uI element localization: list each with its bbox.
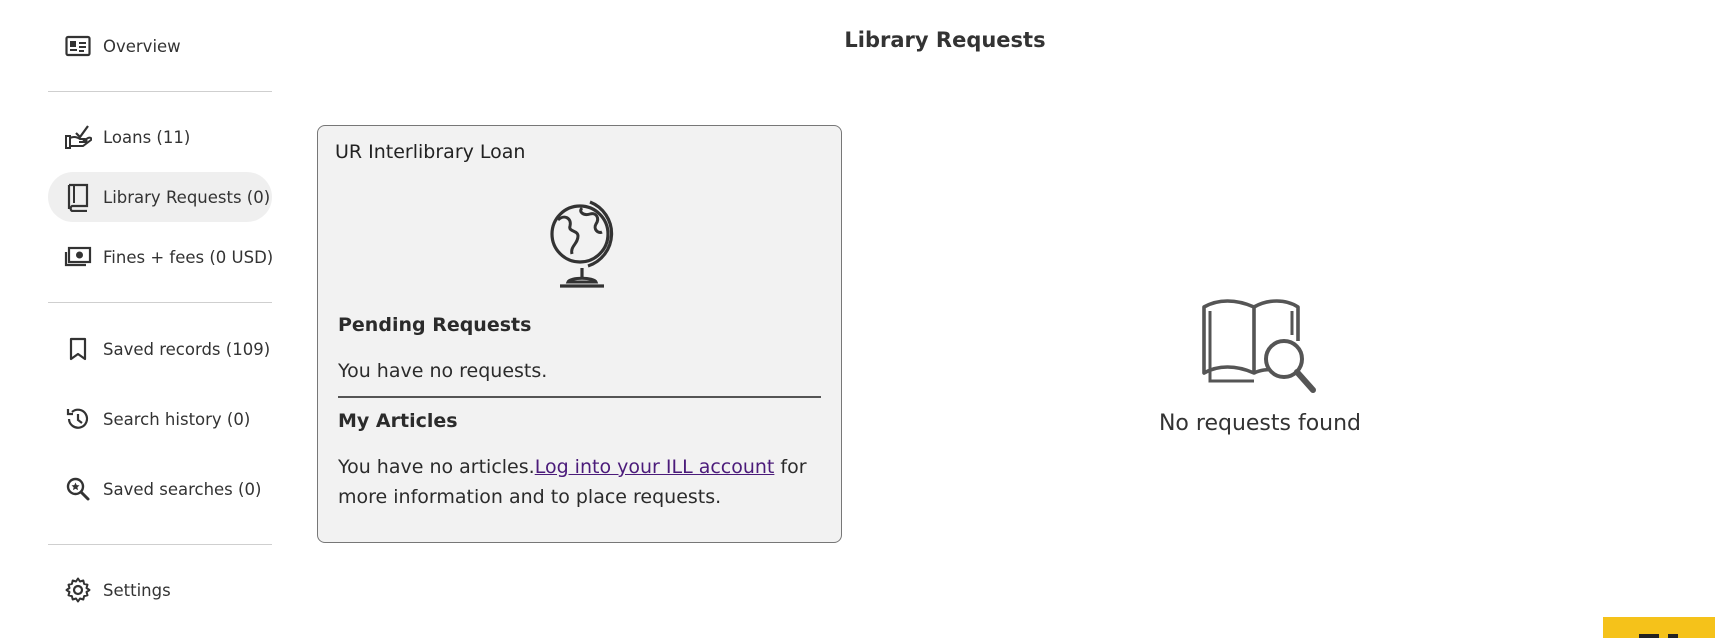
globe-icon <box>542 196 622 292</box>
sidebar-item-settings[interactable]: Settings <box>48 565 272 615</box>
pending-requests-text: You have no requests. <box>338 360 548 382</box>
ill-card-title: UR Interlibrary Loan <box>335 141 526 163</box>
sidebar-item-saved-records[interactable]: Saved records (109) <box>48 324 272 374</box>
my-articles-text: You have no articles.Log into your ILL a… <box>338 452 828 512</box>
pending-requests-heading: Pending Requests <box>338 314 532 336</box>
sidebar-divider <box>48 544 272 545</box>
sidebar-item-saved-searches[interactable]: Saved searches (0) <box>48 464 272 514</box>
book-search-icon <box>1198 295 1322 401</box>
card-divider <box>338 396 821 398</box>
sidebar-item-label: Saved searches (0) <box>103 479 262 499</box>
gear-icon <box>64 576 92 604</box>
sidebar-item-label: Saved records (109) <box>103 339 271 359</box>
sidebar-item-label: Fines + fees (0 USD) <box>103 247 274 267</box>
search-saved-icon <box>64 475 92 503</box>
hand-check-icon <box>64 123 92 151</box>
feedback-icon <box>1639 634 1659 638</box>
feedback-icon-part <box>1668 634 1678 638</box>
ill-login-link[interactable]: Log into your ILL account <box>535 456 775 478</box>
empty-state: No requests found <box>1090 295 1430 436</box>
history-icon <box>64 405 92 433</box>
sidebar-item-label: Settings <box>103 580 171 600</box>
sidebar-item-fines-fees[interactable]: Fines + fees (0 USD) <box>48 232 274 282</box>
sidebar-item-label: Loans (11) <box>103 127 191 147</box>
bookmark-icon <box>64 335 92 363</box>
book-icon <box>64 183 92 212</box>
sidebar-item-label: Search history (0) <box>103 409 251 429</box>
feedback-tab[interactable] <box>1603 617 1715 638</box>
sidebar-item-library-requests[interactable]: Library Requests (0) <box>48 172 272 222</box>
sidebar-item-label: Library Requests (0) <box>103 187 271 207</box>
empty-state-text: No requests found <box>1158 411 1362 436</box>
ill-card: UR Interlibrary Loan Pending Requests Yo… <box>317 125 842 543</box>
sidebar-item-loans[interactable]: Loans (11) <box>48 112 272 162</box>
sidebar-divider <box>48 302 272 303</box>
my-articles-heading: My Articles <box>338 410 458 432</box>
money-icon <box>64 243 92 271</box>
no-articles-text: You have no articles. <box>338 456 535 478</box>
sidebar-divider <box>48 91 272 92</box>
sidebar-item-search-history[interactable]: Search history (0) <box>48 394 272 444</box>
page-title: Library Requests <box>844 28 1046 52</box>
